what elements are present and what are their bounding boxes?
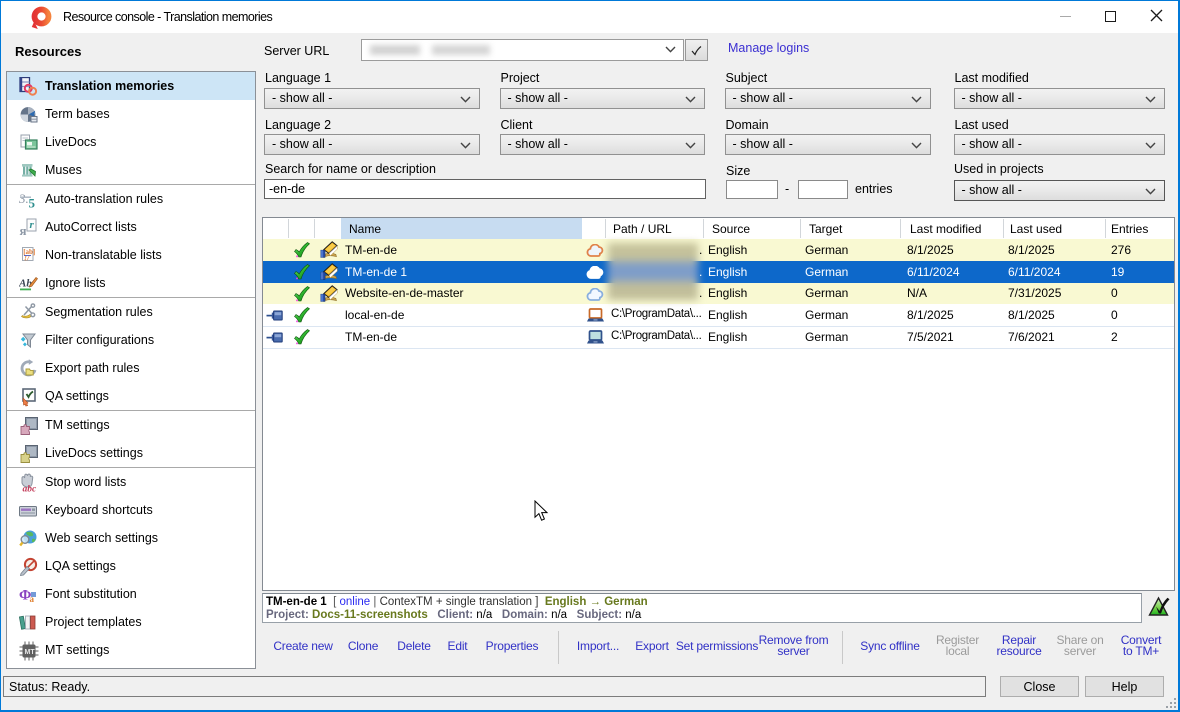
- svg-text:Ab: Ab: [19, 278, 32, 290]
- svg-text:MT: MT: [25, 649, 36, 656]
- svg-text:я: я: [20, 223, 27, 238]
- svg-text:3.: 3.: [19, 191, 29, 206]
- svg-text:!/: !/: [24, 254, 30, 263]
- svg-text:5: 5: [29, 196, 36, 211]
- svg-text:abc: abc: [23, 485, 38, 494]
- svg-text:r: r: [30, 219, 35, 231]
